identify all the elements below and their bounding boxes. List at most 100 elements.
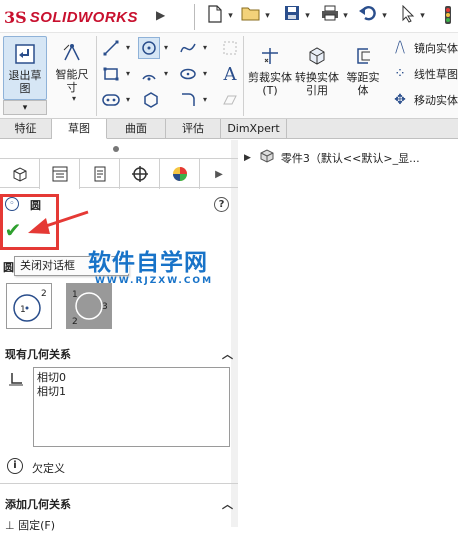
select-pointer-icon[interactable] <box>397 4 419 27</box>
move-entities-button[interactable]: ✥ 移动实体 <box>390 89 458 111</box>
linear-pattern-icon: ⁘ <box>394 66 406 82</box>
mirror-entities-label: 镜向实体 <box>414 42 458 55</box>
ribbon-separator <box>96 36 97 116</box>
part-name-label: 零件3（默认<<默认>_显... <box>280 152 420 165</box>
feature-manager-tab-icon[interactable] <box>0 159 40 189</box>
dimxpert-manager-tab-icon[interactable] <box>120 159 160 189</box>
watermark-url: WWW.RJZXW.COM <box>95 276 214 286</box>
tab-sketch[interactable]: 草图 <box>52 119 107 139</box>
existing-relations-section-header[interactable]: 现有几何关系 ︿ <box>0 343 238 365</box>
linear-pattern-button[interactable]: ⁘ 线性草图 <box>390 63 458 85</box>
new-dropdown-icon[interactable]: ▾ <box>226 5 235 27</box>
property-manager-tab-icon[interactable] <box>40 159 80 189</box>
ellipse-tool-icon[interactable] <box>177 63 199 85</box>
slot-dropdown-icon[interactable]: ▾ <box>124 89 132 111</box>
help-icon[interactable]: ? <box>214 197 229 212</box>
move-entities-label: 移动实体 <box>414 94 458 107</box>
center-circle-button[interactable]: 1 2 <box>6 283 52 329</box>
line-dropdown-icon[interactable]: ▾ <box>124 37 132 59</box>
command-tabs: 特征 草图 曲面 评估 DimXpert <box>0 119 458 139</box>
open-folder-icon[interactable] <box>240 5 262 27</box>
circle-dropdown-icon[interactable]: ▾ <box>162 37 170 59</box>
select-dropdown-icon[interactable]: ▾ <box>418 5 427 27</box>
plane-icon[interactable] <box>219 89 241 111</box>
print-icon[interactable] <box>319 5 341 27</box>
feature-tree-root[interactable]: ▶ 零件3（默认<<默认>_显... <box>244 148 420 168</box>
undo-dropdown-icon[interactable]: ▾ <box>380 5 389 27</box>
tab-dimxpert[interactable]: DimXpert <box>221 119 287 139</box>
display-manager-tab-icon[interactable] <box>160 159 200 189</box>
exit-sketch-label: 退出草图 <box>8 69 42 95</box>
add-relations-title: 添加几何关系 <box>5 498 71 511</box>
line-tool-icon[interactable] <box>100 37 122 59</box>
open-dropdown-icon[interactable]: ▾ <box>263 5 272 27</box>
list-item[interactable]: 相切1 <box>37 385 226 399</box>
arc-tool-icon[interactable] <box>138 63 160 85</box>
trim-entities-label: 剪裁实体(T) <box>248 71 292 97</box>
expand-arrow-icon[interactable]: ▶ <box>244 153 251 163</box>
trim-entities-button[interactable]: 剪裁实体(T) <box>248 41 292 97</box>
existing-relations-title: 现有几何关系 <box>5 348 71 361</box>
existing-relations-list[interactable]: 相切0 相切1 <box>33 367 230 447</box>
collapse-chevron-icon[interactable]: ︿ <box>222 346 233 362</box>
new-document-icon[interactable] <box>204 5 226 27</box>
circle-tool-icon[interactable] <box>138 37 160 59</box>
definition-status: 欠定义 <box>32 462 65 475</box>
logo-menu-arrow-icon[interactable]: ▶ <box>156 8 172 24</box>
rectangle-tool-icon[interactable] <box>100 63 122 85</box>
mirror-entities-button[interactable]: ⧸⧹ 镜向实体 <box>390 37 458 59</box>
save-icon[interactable] <box>281 5 303 27</box>
exit-sketch-button[interactable]: 退出草图 <box>3 36 47 100</box>
tab-features[interactable]: 特征 <box>0 119 52 139</box>
ds-logo-mark: 3S <box>4 7 27 27</box>
solidworks-logo[interactable]: 3S SOLIDWORKS <box>4 4 180 30</box>
smart-dimension-button[interactable]: 智能尺寸 <box>52 38 92 94</box>
rectangle-dropdown-icon[interactable]: ▾ <box>124 63 132 85</box>
offset-entities-label: 等距实体 <box>346 71 380 97</box>
ellipse-dropdown-icon[interactable]: ▾ <box>201 63 209 85</box>
add-relations-section-header[interactable]: 添加几何关系 ︿ <box>0 493 238 515</box>
convert-entities-button[interactable]: 转换实体引用 <box>295 41 339 97</box>
linear-pattern-label: 线性草图 <box>414 68 458 81</box>
collapse-chevron-icon[interactable]: ︿ <box>222 496 233 512</box>
spline-dropdown-icon[interactable]: ▾ <box>201 37 209 59</box>
panel-grip-handle[interactable] <box>113 146 119 152</box>
spline-tool-icon[interactable] <box>177 37 199 59</box>
part-icon <box>259 148 275 168</box>
offset-entities-button[interactable]: 等距实体 <box>341 41 385 97</box>
center-circle-label-2: 2 <box>41 289 47 299</box>
relations-icon <box>8 371 24 391</box>
list-item[interactable]: 相切0 <box>37 371 226 385</box>
trim-entities-icon <box>255 41 285 71</box>
polygon-tool-icon[interactable] <box>140 89 162 111</box>
exit-sketch-dropdown[interactable]: ▾ <box>3 100 47 115</box>
perimeter-circle-button[interactable]: 1 2 3 <box>66 283 112 329</box>
print-dropdown-icon[interactable]: ▾ <box>341 5 350 27</box>
undo-icon[interactable] <box>357 5 379 27</box>
fillet-dropdown-icon[interactable]: ▾ <box>201 89 209 111</box>
convert-entities-label: 转换实体引用 <box>295 71 339 97</box>
smart-dimension-dropdown-icon[interactable]: ▾ <box>70 88 78 110</box>
sketch-fillet-icon[interactable] <box>177 89 199 111</box>
tab-surfaces[interactable]: 曲面 <box>107 119 166 139</box>
text-tool-icon[interactable]: A <box>219 63 241 85</box>
command-manager-ribbon: 退出草图 ▾ 智能尺寸 ▾ ▾ ▾ ▾ ▾ ▾ ▾ A ▾ ▾ 剪裁实体(T) … <box>0 33 458 119</box>
save-dropdown-icon[interactable]: ▾ <box>303 5 312 27</box>
fixed-relation-label: 固定(F) <box>18 519 56 532</box>
panel-scrollbar[interactable] <box>231 140 238 527</box>
fixed-relation-item[interactable]: ⊥ 固定(F) <box>5 517 55 533</box>
manager-tabs-more-icon[interactable]: ▶ <box>200 159 238 189</box>
slot-tool-icon[interactable] <box>100 89 122 111</box>
title-separator <box>194 4 195 30</box>
ribbon-separator <box>243 36 244 116</box>
surface-grid-icon[interactable] <box>219 37 241 59</box>
tab-evaluate[interactable]: 评估 <box>166 119 221 139</box>
smart-dimension-icon <box>57 38 87 68</box>
mirror-icon: ⧸⧹ <box>395 40 405 56</box>
configuration-manager-tab-icon[interactable] <box>80 159 120 189</box>
title-bar: 3S SOLIDWORKS ▶ ▾ ▾ ▾ ▾ ▾ ▾ <box>0 0 458 33</box>
perimeter-point-label-1: 1 <box>72 290 78 300</box>
logo-text: SOLIDWORKS <box>29 8 139 26</box>
rebuild-icon[interactable] <box>437 5 458 27</box>
arc-dropdown-icon[interactable]: ▾ <box>162 63 170 85</box>
